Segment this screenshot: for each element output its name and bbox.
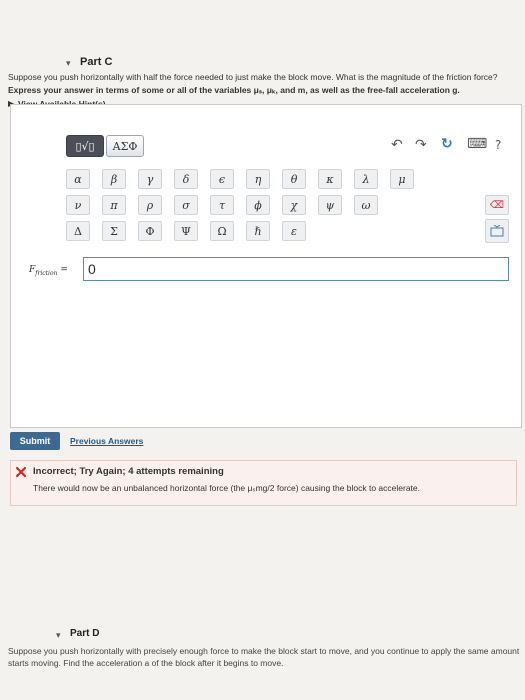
reset-icon[interactable]: ↻ [441,136,453,152]
key-capital-psi[interactable]: Ψ [174,221,198,241]
keypad-toggle-icon[interactable] [485,219,509,243]
templates-button[interactable]: ▯√▯ [66,135,104,157]
part-d-question-continued: starts moving. Find the acceleration a o… [8,658,284,668]
key-hbar[interactable]: ℏ [246,221,270,241]
question-instruction: Express your answer in terms of some or … [8,85,460,95]
previous-answers-link[interactable]: Previous Answers [70,436,143,446]
key-capital-omega[interactable]: Ω [210,221,234,241]
answer-value: 0 [88,261,96,277]
incorrect-x-icon [15,466,27,478]
key-phi[interactable]: ϕ [246,195,270,215]
part-d-title: Part D [70,628,100,639]
collapse-caret-icon[interactable]: ▾ [66,58,71,69]
part-d-question: Suppose you push horizontally with preci… [8,646,520,656]
key-gamma[interactable]: γ [138,169,162,189]
key-omega[interactable]: ω [354,195,378,215]
equals-sign: = [60,265,68,275]
feedback-body: There would now be an unbalanced horizon… [33,483,421,493]
keypad-grid-icon [490,225,504,237]
key-epsilon[interactable]: ϵ [210,169,234,189]
part-d-caret-icon[interactable]: ▾ [56,630,61,641]
redo-icon[interactable]: ↷ [415,137,427,153]
feedback-box: Incorrect; Try Again; 4 attempts remaini… [10,460,517,506]
part-c-title: Part C [80,56,113,68]
key-pi[interactable]: π [102,195,126,215]
key-kappa[interactable]: κ [318,169,342,189]
key-lambda[interactable]: λ [354,169,378,189]
key-rho[interactable]: ρ [138,195,162,215]
key-capital-delta[interactable]: Δ [66,221,90,241]
question-text: Suppose you push horizontally with half … [8,72,498,82]
key-capital-sigma[interactable]: Σ [102,221,126,241]
submit-button[interactable]: Submit [10,432,60,450]
feedback-title: Incorrect; Try Again; 4 attempts remaini… [33,466,224,477]
key-sigma[interactable]: σ [174,195,198,215]
key-delta[interactable]: δ [174,169,198,189]
key-nu[interactable]: ν [66,195,90,215]
key-beta[interactable]: β [102,169,126,189]
key-varepsilon[interactable]: ε [282,221,306,241]
key-psi[interactable]: ψ [318,195,342,215]
key-chi[interactable]: χ [282,195,306,215]
answer-panel: ▯√▯ ΑΣΦ ↶ ↷ ↻ ⌨ ? α β γ δ ϵ η θ κ λ μ ν … [10,104,522,428]
keyboard-icon[interactable]: ⌨ [467,136,487,152]
undo-icon[interactable]: ↶ [391,137,403,153]
answer-var-subscript: friction [35,269,58,277]
key-theta[interactable]: θ [282,169,306,189]
help-icon[interactable]: ? [495,138,501,152]
key-alpha[interactable]: α [66,169,90,189]
key-tau[interactable]: τ [210,195,234,215]
delete-key-icon[interactable]: ⌫ [485,195,509,215]
key-eta[interactable]: η [246,169,270,189]
answer-variable-label: Ffriction = [29,265,68,277]
greek-symbols-button[interactable]: ΑΣΦ [106,135,144,157]
key-capital-phi[interactable]: Φ [138,221,162,241]
answer-input[interactable]: 0 [83,257,509,281]
key-mu[interactable]: μ [390,169,414,189]
